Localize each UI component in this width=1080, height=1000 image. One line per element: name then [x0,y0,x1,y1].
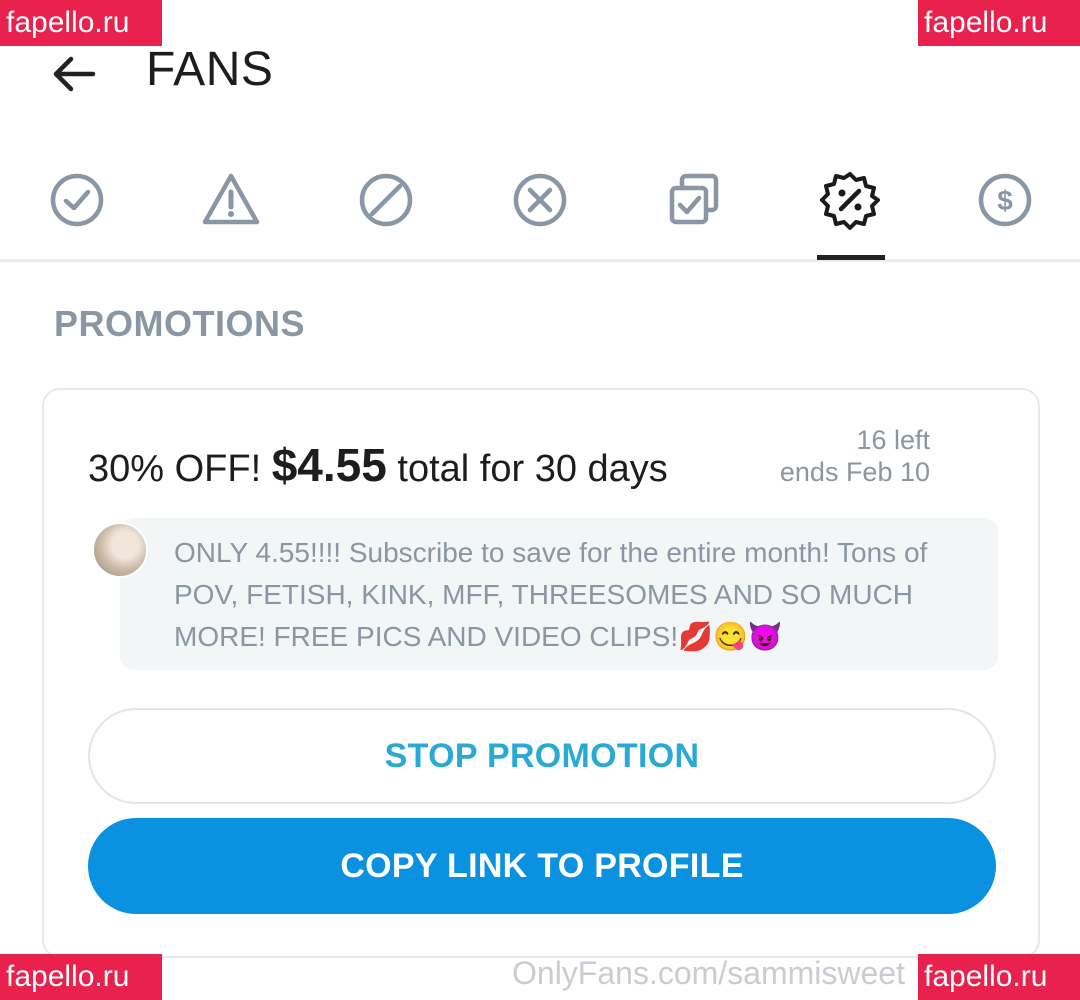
tab-earnings[interactable]: $ [970,160,1040,240]
tab-expired[interactable] [505,160,575,240]
promotion-price: $4.55 [271,439,387,491]
promotion-discount: 30% OFF! [88,448,262,490]
tab-blocked[interactable] [351,160,421,240]
tab-promotions[interactable] [815,160,885,240]
watermark: fapello.ru [918,954,1080,1000]
tab-restricted[interactable] [196,160,266,240]
watermark: fapello.ru [0,954,162,1000]
x-circle-icon [513,173,567,227]
blocked-icon [359,173,413,227]
warning-triangle-icon [202,173,260,225]
watermark: fapello.ru [918,0,1080,46]
message-bubble: ONLY 4.55!!!! Subscribe to save for the … [120,518,998,670]
promotion-end-date: ends Feb 10 [779,457,930,487]
promotion-duration: total for 30 days [397,448,668,490]
dollar-circle-icon: $ [978,173,1032,227]
tab-bar: $ [0,150,1080,262]
section-title: PROMOTIONS [54,303,306,344]
watermark: fapello.ru [0,0,162,46]
discount-badge-icon [820,172,880,230]
promotion-message: ONLY 4.55!!!! Subscribe to save for the … [92,518,998,670]
active-tab-indicator [817,255,885,260]
check-circle-icon [50,173,104,227]
copy-link-button[interactable]: COPY LINK TO PROFILE [88,818,996,914]
back-button[interactable] [46,44,102,104]
page-title: FANS [146,43,274,96]
tab-lists[interactable] [659,160,729,240]
copy-check-icon [669,173,719,225]
promotion-headline: 30% OFF! $4.55 total for 30 days [88,438,668,492]
promotion-card: 30% OFF! $4.55 total for 30 days 16 left… [42,388,1040,958]
avatar[interactable] [92,522,148,578]
svg-text:$: $ [997,185,1013,216]
stop-promotion-button[interactable]: STOP PROMOTION [88,708,996,804]
tab-active-fans[interactable] [42,160,112,240]
promotion-meta: 16 left ends Feb 10 [780,424,930,488]
footer-url: OnlyFans.com/sammisweet [512,955,905,991]
promotion-remaining: 16 left [856,425,930,455]
arrow-left-icon [53,56,96,92]
